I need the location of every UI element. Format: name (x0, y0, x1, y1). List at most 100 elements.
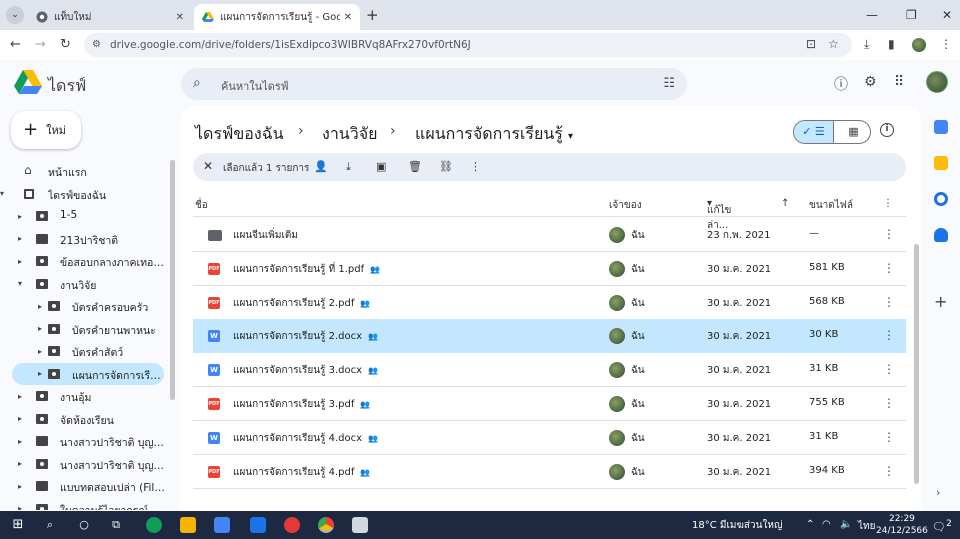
caret-right-icon[interactable]: ▸ (18, 234, 22, 243)
more-options-icon[interactable]: ⋮ (883, 396, 895, 410)
file-row[interactable]: W แผนการจัดการเรียนรู้ 2.docx 👥 ฉัน 30 ม.ค. … (193, 319, 906, 354)
calendar-icon[interactable] (934, 120, 948, 134)
minimize-icon[interactable]: — (866, 8, 878, 22)
reload-icon[interactable]: ↻ (60, 37, 71, 52)
caret-down-icon[interactable]: ▾ (0, 189, 4, 198)
tab-search-icon[interactable]: ⌄ (6, 6, 24, 24)
caret-right-icon[interactable]: ▸ (18, 212, 22, 221)
sidebar-item[interactable]: ▾ ไดรฟ์ของฉัน (0, 183, 168, 205)
sidebar-item[interactable]: ▸ งานอุ้ม (0, 385, 168, 407)
sidebar-scrollbar[interactable] (170, 160, 175, 400)
gear-icon[interactable]: ⚙ (864, 74, 877, 90)
grid-view-button[interactable]: ▦ (835, 121, 870, 143)
file-row[interactable]: แผนจีนเพิ่มเติม ฉัน 23 ก.พ. 2021 — ⋮ (193, 218, 906, 252)
cortana-icon[interactable]: ○ (76, 517, 92, 533)
column-name[interactable]: ชื่อ (195, 198, 208, 213)
contacts-icon[interactable] (934, 228, 948, 242)
more-options-icon[interactable]: ⋮ (883, 227, 895, 241)
caret-right-icon[interactable]: ▸ (18, 392, 22, 401)
sidebar-item[interactable]: ▾ งานวิจัย (0, 273, 168, 295)
back-icon[interactable]: ← (10, 37, 21, 52)
file-list-scrollbar[interactable] (914, 244, 919, 484)
more-actions-icon[interactable]: ⋮ (470, 160, 481, 173)
clear-selection-icon[interactable]: ✕ (203, 159, 213, 173)
move-folder-icon[interactable]: ▣ (376, 160, 386, 173)
breadcrumb-research[interactable]: งานวิจัย (322, 122, 377, 147)
search-icon[interactable]: ⌕ (42, 517, 58, 533)
new-tab-icon[interactable]: + (366, 6, 379, 24)
close-icon[interactable]: ✕ (176, 12, 184, 23)
volume-icon[interactable]: 🔈 (840, 519, 852, 530)
sidebar-item[interactable]: ▸ แผนการจัดการเรียนรู้ (12, 362, 166, 385)
column-owner[interactable]: เจ้าของ (609, 198, 642, 213)
info-icon[interactable]: i (880, 123, 894, 137)
new-button[interactable]: + ใหม่ (11, 111, 81, 149)
tasks-icon[interactable] (934, 192, 948, 206)
file-row[interactable]: PDF แผนการจัดการเรียนรู้ 2.pdf 👥 ฉัน 30 ม.ค.… (193, 286, 906, 320)
caret-right-icon[interactable]: ▸ (18, 437, 22, 446)
file-row[interactable]: PDF แผนการจัดการเรียนรู้ 4.pdf 👥 ฉัน 30 ม.ค.… (193, 455, 906, 489)
search-icon[interactable]: ⌕ (193, 75, 201, 91)
sidebar-item[interactable]: ▸ บัตรคำสัตว์ (0, 340, 168, 362)
tray-chevron-icon[interactable]: ⌃ (806, 519, 814, 530)
forward-icon[interactable]: → (35, 37, 46, 52)
column-options-icon[interactable]: ⋮ (883, 198, 893, 209)
caret-right-icon[interactable]: ▸ (38, 347, 42, 356)
caret-right-icon[interactable]: ▸ (18, 504, 22, 510)
restore-icon[interactable]: ❐ (906, 8, 917, 22)
weather-text[interactable]: 18°C มีเมฆส่วนใหญ่ (692, 518, 782, 533)
store-icon[interactable] (214, 517, 230, 533)
more-options-icon[interactable]: ⋮ (883, 430, 895, 444)
language-indicator[interactable]: ไทย (858, 519, 875, 534)
search-options-icon[interactable]: ☷ (663, 76, 675, 91)
caret-right-icon[interactable]: ▸ (18, 459, 22, 468)
caret-right-icon[interactable]: ▸ (38, 302, 42, 311)
link-icon[interactable]: ⛓ (439, 160, 453, 173)
caret-down-icon[interactable]: ▾ (18, 279, 22, 288)
chrome-taskbar-icon[interactable] (318, 517, 334, 533)
install-app-icon[interactable]: ⊡ (806, 37, 816, 51)
caret-right-icon[interactable]: ▸ (18, 482, 22, 491)
windows-start-icon[interactable]: ⊞ (10, 517, 26, 533)
caret-right-icon[interactable]: ▸ (18, 414, 22, 423)
file-row[interactable]: W แผนการจัดการเรียนรู้ 4.docx 👥 ฉัน 30 ม.ค. … (193, 421, 906, 455)
more-options-icon[interactable]: ⋮ (883, 295, 895, 309)
help-icon[interactable]: ⓘ (834, 74, 848, 94)
caret-right-icon[interactable]: ▸ (18, 257, 22, 266)
breadcrumb-current-folder[interactable]: แผนการจัดการเรียนรู้ ▾ (415, 122, 573, 147)
sidebar-item[interactable]: ▸ ข้อสอบกลางภาคเทอม2 (0, 250, 168, 272)
file-row[interactable]: W แผนการจัดการเรียนรู้ 3.docx 👥 ฉัน 30 ม.ค. … (193, 353, 906, 388)
file-explorer-icon[interactable] (180, 517, 196, 533)
caret-right-icon[interactable]: ▸ (38, 324, 42, 333)
list-view-button[interactable]: ✓ ☰ (794, 121, 834, 143)
menu-icon[interactable]: ⋮ (940, 37, 952, 51)
address-bar[interactable]: ⚙ drive.google.com/drive/folders/1isExdi… (84, 33, 852, 57)
download-icon[interactable]: ⤓ (864, 37, 869, 52)
site-settings-icon[interactable]: ⚙ (92, 39, 101, 50)
sidebar-item[interactable]: ▸ จัดห้องเรียน (0, 408, 168, 430)
file-row[interactable]: PDF แผนการจัดการเรียนรู้ 3.pdf 👥 ฉัน 30 ม.ค.… (193, 387, 906, 421)
column-size[interactable]: ขนาดไฟล์ (809, 198, 853, 213)
notification-icon[interactable]: 🗨2 (932, 518, 952, 534)
caret-right-icon[interactable]: ▸ (38, 369, 42, 378)
search-input[interactable]: ⌕ ค้นหาในไดรฟ์ ☷ (181, 68, 687, 100)
more-options-icon[interactable]: ⋮ (883, 362, 895, 376)
profile-avatar[interactable] (912, 38, 926, 52)
more-options-icon[interactable]: ⋮ (883, 328, 895, 342)
download-icon[interactable]: ⤓ (346, 160, 351, 174)
opera-icon[interactable] (284, 517, 300, 533)
account-avatar[interactable] (926, 71, 948, 93)
sidebar-item[interactable]: ▸ แบบทดสอบเปล่า (File ... (0, 475, 168, 497)
add-addon-icon[interactable]: + (934, 292, 947, 311)
sidebar-item[interactable]: ▸ ใบความรู้ไวยากรณ์ (0, 498, 168, 510)
sort-arrow-up-icon[interactable]: ↑ (781, 198, 789, 209)
column-modified[interactable]: แก้ไขล่า... ▾ (707, 198, 731, 231)
trash-icon[interactable]: 🗑 (408, 160, 422, 173)
more-options-icon[interactable]: ⋮ (883, 261, 895, 275)
side-panel-icon[interactable]: ▮ (888, 37, 895, 51)
bookmark-star-icon[interactable]: ☆ (828, 37, 839, 51)
network-icon[interactable]: ◠ (822, 519, 831, 530)
clock[interactable]: 22:29 24/12/2566 (876, 513, 928, 537)
breadcrumb-my-drive[interactable]: ไดรฟ์ของฉัน (195, 122, 284, 147)
share-person-icon[interactable]: 👤 (314, 160, 328, 173)
